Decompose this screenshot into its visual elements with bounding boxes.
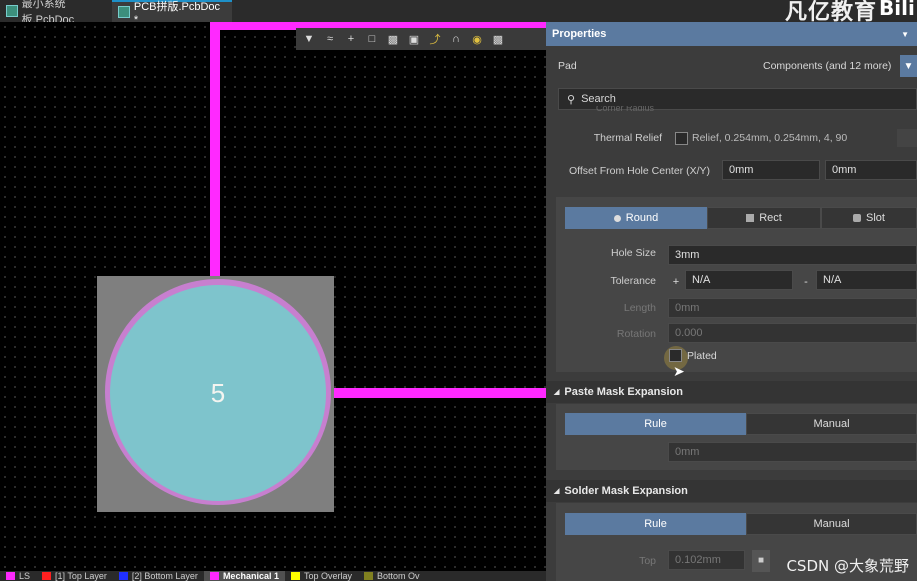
layer-color-swatch xyxy=(209,572,219,580)
arc-icon[interactable]: ∩ xyxy=(447,30,465,48)
canvas-toolbar: ▼ ≈ + □ ▩ ▣ ⤴ ∩ ◉ ▩ xyxy=(296,28,546,50)
layer-tab-top-overlay[interactable]: Top Overlay xyxy=(285,571,358,581)
panel-menu-chevron-icon[interactable]: ▼ xyxy=(901,30,909,39)
pad-5[interactable]: 5 xyxy=(110,285,326,501)
square-icon xyxy=(746,214,755,222)
tolerance-plus-sign: + xyxy=(672,276,680,288)
solder-mask-section-header[interactable]: ◢ Solder Mask Expansion xyxy=(546,480,917,502)
layer-tab-top-layer[interactable]: [1] Top Layer xyxy=(36,571,113,581)
offset-label: Offset From Hole Center (X/Y) xyxy=(568,165,710,177)
hole-shape-round-button[interactable]: Round xyxy=(565,207,707,229)
collapse-triangle-icon: ◢ xyxy=(554,488,560,495)
segment-label: Round xyxy=(625,212,659,224)
route-icon[interactable]: ≈ xyxy=(321,30,339,48)
length-label: Length xyxy=(623,302,656,314)
layer-tab-bottom-layer[interactable]: [2] Bottom Layer xyxy=(113,571,204,581)
layer-label: Mechanical 1 xyxy=(222,571,279,581)
layer-set-selector[interactable]: LS xyxy=(0,571,36,581)
paste-mask-manual-button[interactable]: Manual xyxy=(746,413,917,435)
select-rect-icon[interactable]: □ xyxy=(363,30,381,48)
layer-color-swatch xyxy=(42,572,52,580)
search-placeholder: Search xyxy=(581,93,616,105)
document-tab-bar: 最小系统板.PcbDoc PCB拼版.PcbDoc * 凡亿教育 Bili xyxy=(0,0,917,26)
clipped-field-label: Corner Radius xyxy=(596,106,655,113)
paste-mask-value-field: 0mm xyxy=(668,442,917,462)
panel-title: Properties xyxy=(552,28,607,40)
offset-y-field[interactable]: 0mm xyxy=(825,160,917,180)
layer-color-swatch xyxy=(6,572,15,580)
hole-shape-slot-button[interactable]: Slot xyxy=(821,207,917,229)
layer-tab-bottom-overlay[interactable]: Bottom Ov xyxy=(358,571,426,581)
hole-size-label: Hole Size xyxy=(611,247,656,259)
offset-x-field[interactable]: 0mm xyxy=(722,160,820,180)
tab-min-system-board[interactable]: 最小系统板.PcbDoc xyxy=(0,0,120,26)
lock-icon[interactable]: ■ xyxy=(752,550,770,572)
paste-mask-section-header[interactable]: ◢ Paste Mask Expansion xyxy=(546,381,917,403)
csdn-watermark: CSDN @大象荒野 xyxy=(786,557,909,575)
solder-mask-manual-button[interactable]: Manual xyxy=(746,513,917,535)
plated-label: Plated xyxy=(687,350,717,362)
layer-label: Top Overlay xyxy=(303,571,352,581)
interactive-route-icon[interactable]: ⤴ xyxy=(426,30,444,48)
add-icon[interactable]: + xyxy=(342,30,360,48)
layer-color-swatch xyxy=(118,572,128,580)
trace-horizontal[interactable] xyxy=(326,388,546,398)
thermal-relief-more-button[interactable] xyxy=(897,129,917,147)
thermal-relief-value: Relief, 0.254mm, 0.254mm, 4, 90 xyxy=(692,132,848,144)
pcb-doc-icon xyxy=(118,6,130,18)
tab-pcb-panel[interactable]: PCB拼版.PcbDoc * xyxy=(112,0,232,26)
thermal-relief-label: Thermal Relief xyxy=(593,132,662,144)
panel-header: Properties ▼ xyxy=(546,22,917,46)
layer-label: LS xyxy=(19,571,31,581)
section-title: Paste Mask Expansion xyxy=(564,386,683,398)
layer-color-swatch xyxy=(290,572,300,580)
hole-shape-rect-button[interactable]: Rect xyxy=(707,207,821,229)
filter-icon[interactable]: ▼ xyxy=(300,30,318,48)
mouse-cursor-icon: ➤ xyxy=(673,363,685,379)
length-field: 0mm xyxy=(668,298,917,318)
rotation-field: 0.000 xyxy=(668,323,917,343)
solder-mask-top-field: 0.102mm xyxy=(668,550,745,570)
hole-size-field[interactable]: 3mm xyxy=(668,245,917,265)
pcb-doc-icon xyxy=(6,5,18,17)
via-icon[interactable]: ◉ xyxy=(468,30,486,48)
thermal-relief-checkbox[interactable] xyxy=(675,132,688,145)
search-icon: ⚲ xyxy=(567,93,576,106)
tolerance-minus-field[interactable]: N/A xyxy=(816,270,917,290)
paste-mask-rule-button[interactable]: Rule xyxy=(565,413,746,435)
pad-number: 5 xyxy=(210,377,226,408)
chart-icon[interactable]: ▩ xyxy=(384,30,402,48)
component-icon[interactable]: ▣ xyxy=(405,30,423,48)
section-title: Solder Mask Expansion xyxy=(564,485,688,497)
selection-filter-summary[interactable]: Components (and 12 more) xyxy=(763,60,891,72)
filter-icon[interactable]: ▼ xyxy=(900,55,917,77)
radio-dot-icon xyxy=(613,214,621,222)
bilibili-logo: Bili xyxy=(879,0,915,20)
rotation-label: Rotation xyxy=(616,328,656,340)
segment-label: Rect xyxy=(759,212,782,224)
tolerance-plus-field[interactable]: N/A xyxy=(685,270,793,290)
layer-label: [1] Top Layer xyxy=(55,571,107,581)
solder-mask-top-label: Top xyxy=(639,555,656,567)
solder-mask-rule-button[interactable]: Rule xyxy=(565,513,746,535)
layer-label: [2] Bottom Layer xyxy=(131,571,198,581)
tolerance-minus-sign: - xyxy=(804,276,808,288)
square-icon xyxy=(853,214,862,222)
collapse-triangle-icon: ◢ xyxy=(554,389,560,396)
layer-tab-mechanical-1[interactable]: Mechanical 1 xyxy=(203,571,285,581)
object-type: Pad xyxy=(558,60,577,72)
segment-label: Slot xyxy=(866,212,885,224)
pad-tool-icon[interactable]: ▩ xyxy=(489,30,507,48)
plated-checkbox[interactable] xyxy=(669,349,682,362)
layer-color-swatch xyxy=(364,572,373,580)
properties-panel: Properties ▼ Pad Components (and 12 more… xyxy=(546,22,917,581)
trace-vertical[interactable] xyxy=(210,22,220,280)
tolerance-label: Tolerance xyxy=(610,275,656,287)
layer-label: Bottom Ov xyxy=(377,571,420,581)
